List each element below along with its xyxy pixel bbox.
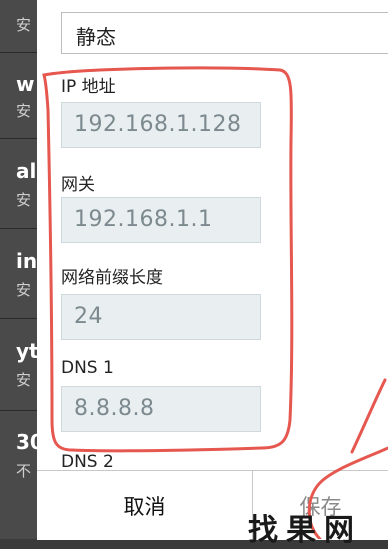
list-item-subtitle: 安 bbox=[16, 371, 32, 389]
list-item[interactable]: al 安 bbox=[0, 145, 40, 215]
ip-settings-select[interactable]: 静态 bbox=[61, 12, 388, 54]
ip-address-value: 192.168.1.128 bbox=[74, 112, 242, 137]
divider bbox=[0, 228, 40, 229]
divider bbox=[0, 318, 40, 319]
ip-address-input[interactable]: 192.168.1.128 bbox=[61, 102, 261, 148]
list-item-title: al bbox=[16, 159, 37, 183]
list-item[interactable]: in 安 bbox=[0, 235, 40, 305]
list-item-subtitle: 安 bbox=[16, 191, 32, 209]
list-item-subtitle: 安 bbox=[16, 16, 32, 34]
list-item-subtitle: 不 bbox=[16, 462, 32, 480]
prefix-length-input[interactable]: 24 bbox=[61, 294, 261, 340]
prefix-length-label: 网络前缀长度 bbox=[61, 268, 163, 288]
dns1-input[interactable]: 8.8.8.8 bbox=[61, 386, 261, 432]
dns1-label: DNS 1 bbox=[61, 358, 114, 378]
divider bbox=[0, 52, 40, 53]
cancel-button[interactable]: 取消 bbox=[37, 471, 252, 540]
ip-settings-dialog: 静态 IP 地址 192.168.1.128 网关 192.168.1.1 网络… bbox=[37, 0, 388, 540]
divider bbox=[0, 410, 40, 411]
dns1-value: 8.8.8.8 bbox=[74, 396, 155, 421]
gateway-value: 192.168.1.1 bbox=[74, 207, 213, 232]
list-item-subtitle: 安 bbox=[16, 281, 32, 299]
list-item-subtitle: 安 bbox=[16, 102, 32, 120]
list-item[interactable]: 30 不 bbox=[0, 418, 44, 488]
background-app-list: 安 w 安 al 安 in 安 yt 安 30 不 bbox=[0, 0, 44, 539]
list-item-title: in bbox=[16, 249, 38, 273]
list-item-title: yt bbox=[16, 339, 39, 363]
dns2-label: DNS 2 bbox=[61, 452, 114, 472]
ip-address-label: IP 地址 bbox=[61, 77, 116, 97]
gateway-label: 网关 bbox=[61, 175, 95, 195]
list-item[interactable]: yt 安 bbox=[0, 325, 40, 395]
list-item-title: w bbox=[16, 72, 35, 96]
watermark: 找果网 bbox=[248, 513, 362, 548]
divider bbox=[0, 138, 40, 139]
gateway-input[interactable]: 192.168.1.1 bbox=[61, 197, 261, 243]
ip-settings-value: 静态 bbox=[76, 25, 116, 49]
list-item[interactable]: w 安 bbox=[0, 60, 40, 130]
list-item: 安 bbox=[0, 0, 40, 60]
prefix-length-value: 24 bbox=[74, 304, 103, 329]
